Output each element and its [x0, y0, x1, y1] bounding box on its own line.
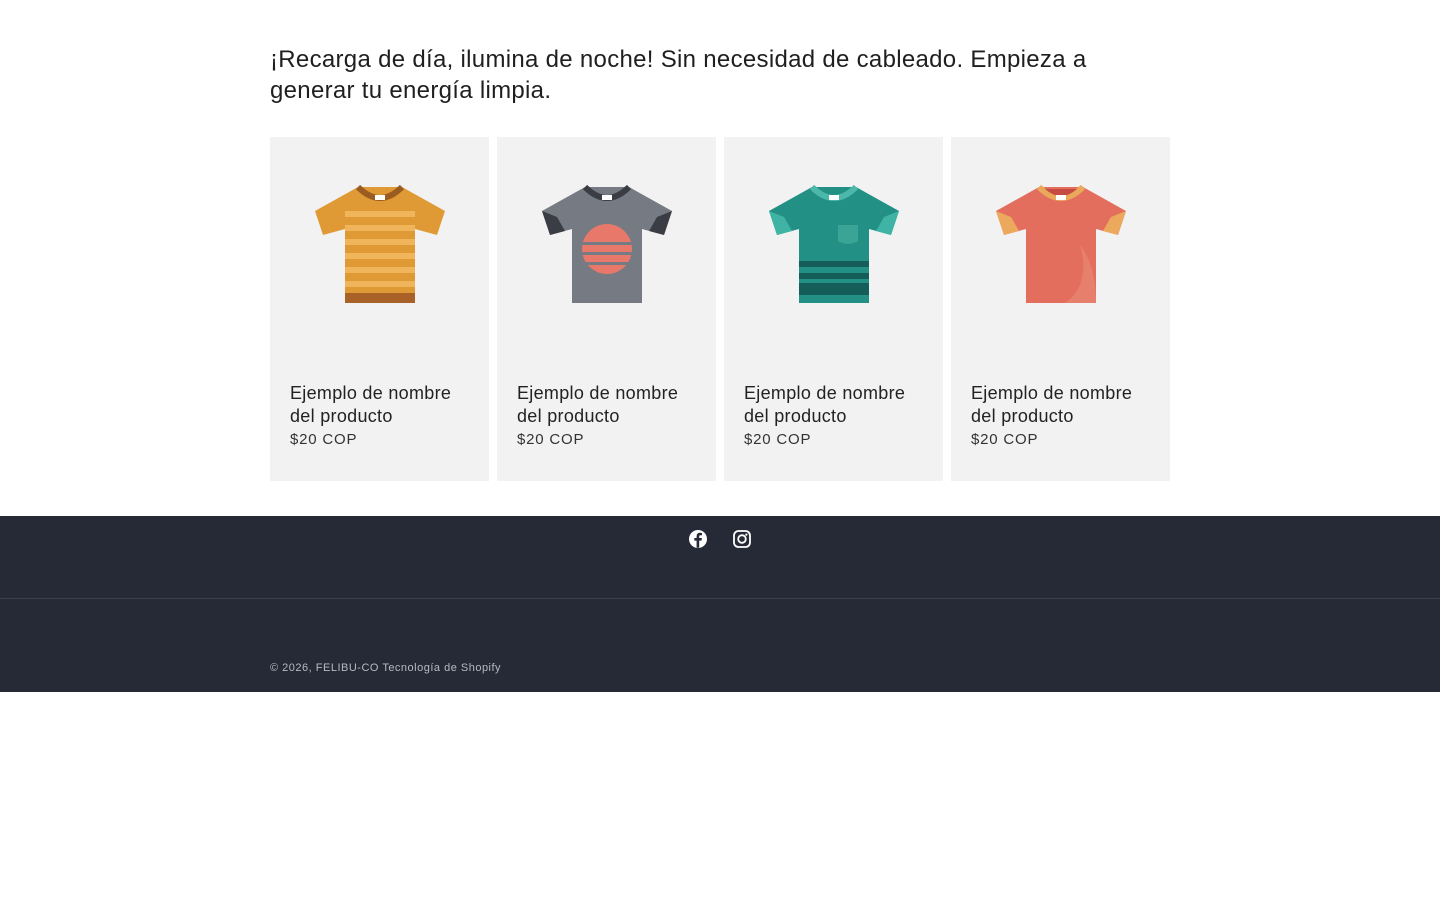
product-card[interactable]: Ejemplo de nombre del producto $20 COP [270, 137, 489, 481]
featured-collection: ¡Recarga de día, ilumina de noche! Sin n… [270, 0, 1170, 481]
plain-tshirt-icon [995, 185, 1126, 303]
product-price: $20 COP [517, 431, 585, 448]
product-image[interactable] [724, 137, 943, 352]
social-links [0, 516, 1440, 598]
product-price: $20 COP [744, 431, 812, 448]
copyright: © 2026, FELIBU-CO Tecnología de Shopify [270, 599, 1170, 674]
product-image[interactable] [270, 137, 489, 352]
product-price: $20 COP [971, 431, 1039, 448]
product-title[interactable]: Ejemplo de nombre del producto [517, 382, 696, 428]
product-title[interactable]: Ejemplo de nombre del producto [290, 382, 469, 428]
product-image[interactable] [951, 137, 1170, 352]
product-grid: Ejemplo de nombre del producto $20 COP E… [270, 137, 1170, 481]
product-title[interactable]: Ejemplo de nombre del producto [971, 382, 1150, 428]
product-price: $20 COP [290, 431, 358, 448]
instagram-icon[interactable] [731, 528, 753, 550]
product-card[interactable]: Ejemplo de nombre del producto $20 COP [951, 137, 1170, 481]
facebook-icon[interactable] [687, 528, 709, 550]
product-image[interactable] [497, 137, 716, 352]
product-card[interactable]: Ejemplo de nombre del producto $20 COP [724, 137, 943, 481]
copyright-year: © 2026, [270, 662, 313, 674]
sunset-tshirt-icon [541, 185, 672, 303]
collection-heading: ¡Recarga de día, ilumina de noche! Sin n… [270, 46, 1087, 104]
product-title[interactable]: Ejemplo de nombre del producto [744, 382, 923, 428]
product-card[interactable]: Ejemplo de nombre del producto $20 COP [497, 137, 716, 481]
store-name-link[interactable]: FELIBU-CO [316, 662, 379, 674]
striped-tshirt-icon [314, 185, 445, 303]
pocket-tshirt-icon [768, 185, 899, 303]
powered-by-link[interactable]: Tecnología de Shopify [382, 662, 501, 674]
footer: © 2026, FELIBU-CO Tecnología de Shopify [0, 516, 1440, 692]
